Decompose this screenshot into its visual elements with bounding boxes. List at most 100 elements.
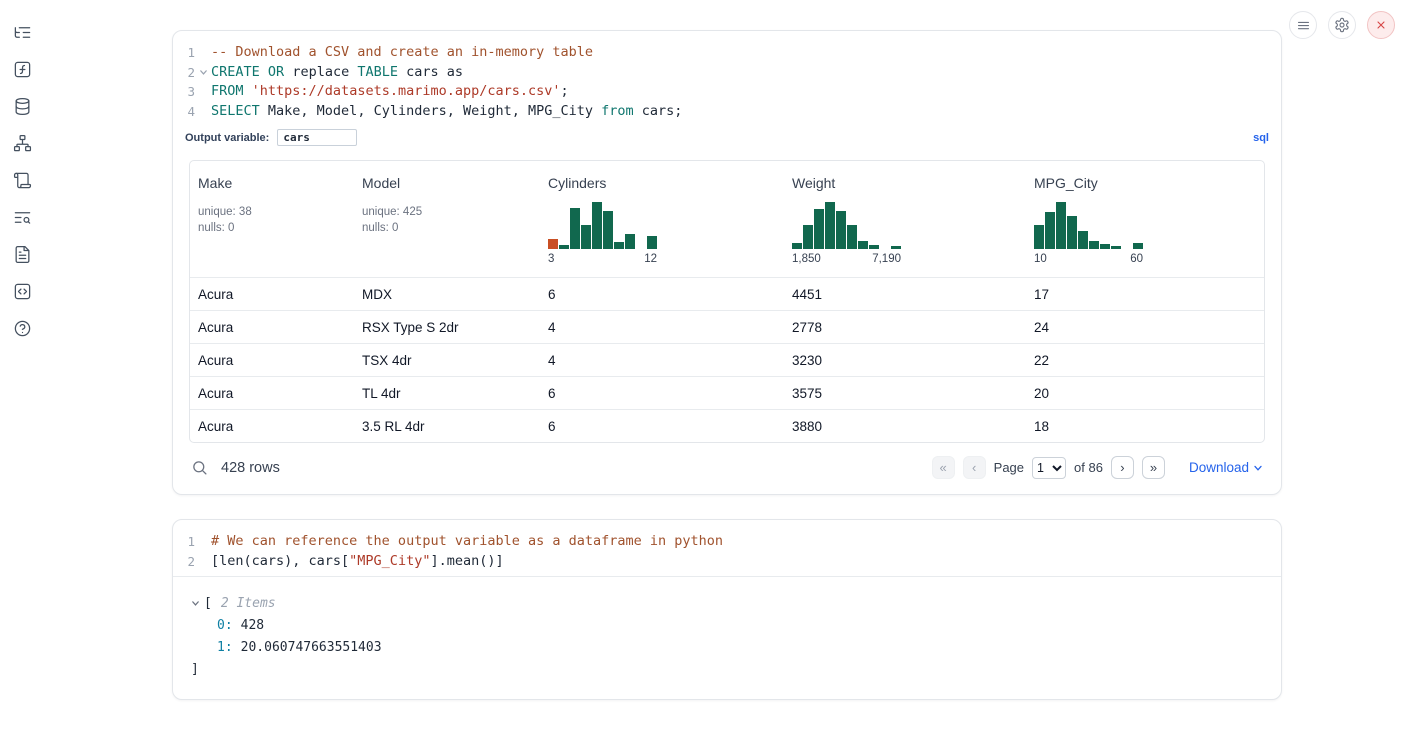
dependency-graph-icon[interactable]: [12, 133, 32, 153]
histogram-bar[interactable]: [858, 241, 868, 249]
next-page-button[interactable]: ›: [1111, 456, 1134, 479]
sql-code-editor[interactable]: 1-- Download a CSV and create an in-memo…: [173, 31, 1281, 125]
column-label: Weight: [792, 175, 1018, 191]
datasources-icon[interactable]: [12, 96, 32, 116]
table-row[interactable]: AcuraMDX6445117: [190, 277, 1264, 310]
histogram-bar[interactable]: [1045, 212, 1055, 249]
histogram-bar[interactable]: [559, 245, 569, 249]
first-page-button[interactable]: «: [932, 456, 955, 479]
histogram-bar[interactable]: [1100, 244, 1110, 249]
code-line[interactable]: 2CREATE OR replace TABLE cars as: [173, 63, 1281, 83]
table-cell: Acura: [190, 386, 354, 401]
histogram-axis: 1,8507,190: [792, 253, 901, 265]
table-row[interactable]: AcuraRSX Type S 2dr4277824: [190, 310, 1264, 343]
page-select[interactable]: 1: [1032, 457, 1066, 479]
histogram-bar[interactable]: [814, 209, 824, 249]
chevron-down-icon: [1253, 463, 1263, 473]
histogram-bar[interactable]: [869, 245, 879, 249]
column-histogram[interactable]: 1060: [1034, 202, 1143, 265]
help-icon[interactable]: [12, 318, 32, 338]
table-cell: 20: [1026, 386, 1264, 401]
column-histogram[interactable]: 1,8507,190: [792, 202, 901, 265]
code-line[interactable]: 2[len(cars), cars["MPG_City"].mean()]: [173, 552, 1281, 572]
histogram-bar[interactable]: [1067, 216, 1077, 249]
line-number: 1: [173, 43, 195, 63]
sql-cell: 1-- Download a CSV and create an in-memo…: [172, 30, 1282, 495]
code-text: SELECT Make, Model, Cylinders, Weight, M…: [211, 102, 682, 122]
table-header: Makeunique: 38nulls: 0Modelunique: 425nu…: [190, 161, 1264, 277]
histogram-bar[interactable]: [1056, 202, 1066, 249]
histogram-bar[interactable]: [625, 234, 635, 249]
histogram-bar[interactable]: [803, 225, 813, 249]
table-cell: MDX: [354, 287, 540, 302]
table-row[interactable]: Acura3.5 RL 4dr6388018: [190, 409, 1264, 442]
item-value: 20.060747663551403: [241, 637, 382, 659]
column-header-model[interactable]: Modelunique: 425nulls: 0: [354, 167, 540, 277]
column-header-make[interactable]: Makeunique: 38nulls: 0: [190, 167, 354, 277]
histogram-bar[interactable]: [1111, 246, 1121, 249]
item-index: 0:: [217, 615, 233, 637]
table-cell: 18: [1026, 419, 1264, 434]
histogram-bar[interactable]: [792, 243, 802, 249]
table-row[interactable]: AcuraTL 4dr6357520: [190, 376, 1264, 409]
histogram-bar[interactable]: [847, 225, 857, 249]
histogram-bar[interactable]: [570, 208, 580, 249]
items-count: 2 Items: [221, 593, 276, 615]
search-button[interactable]: [191, 459, 208, 476]
documentation-icon[interactable]: [12, 244, 32, 264]
column-histogram[interactable]: 312: [548, 202, 657, 265]
table-cell: 3230: [784, 353, 1026, 368]
table-cell: 6: [540, 386, 784, 401]
histogram-bar[interactable]: [614, 242, 624, 249]
fold-chevron-icon[interactable]: [195, 63, 211, 83]
histogram-bar[interactable]: [548, 239, 558, 249]
search-logs-icon[interactable]: [12, 207, 32, 227]
histogram-bar[interactable]: [647, 236, 657, 249]
column-label: Make: [198, 175, 346, 191]
code-line[interactable]: 4SELECT Make, Model, Cylinders, Weight, …: [173, 102, 1281, 122]
table-cell: 4: [540, 320, 784, 335]
file-explorer-icon[interactable]: [12, 22, 32, 42]
histogram-bar[interactable]: [1089, 241, 1099, 249]
histogram-bar[interactable]: [592, 202, 602, 249]
download-button[interactable]: Download: [1189, 460, 1263, 475]
histogram-bar[interactable]: [603, 211, 613, 249]
scratchpad-icon[interactable]: [12, 281, 32, 301]
histogram-bar[interactable]: [825, 202, 835, 249]
last-page-button[interactable]: »: [1142, 456, 1165, 479]
functions-icon[interactable]: [12, 59, 32, 79]
code-line[interactable]: 1# We can reference the output variable …: [173, 532, 1281, 552]
code-text: [len(cars), cars["MPG_City"].mean()]: [211, 552, 504, 572]
menu-button[interactable]: [1289, 11, 1317, 39]
histogram-bar[interactable]: [836, 211, 846, 249]
table-cell: 3880: [784, 419, 1026, 434]
pagination: « ‹ Page 1 of 86 › » Download: [932, 456, 1263, 479]
histogram-bar[interactable]: [1133, 243, 1143, 249]
code-line[interactable]: 3FROM 'https://datasets.marimo.app/cars.…: [173, 82, 1281, 102]
column-header-mpg_city[interactable]: MPG_City1060: [1026, 167, 1264, 277]
item-index: 1:: [217, 637, 233, 659]
code-line[interactable]: 1-- Download a CSV and create an in-memo…: [173, 43, 1281, 63]
settings-button[interactable]: [1328, 11, 1356, 39]
table-cell: Acura: [190, 419, 354, 434]
item-value: 428: [241, 615, 264, 637]
histogram-bar[interactable]: [891, 246, 901, 249]
close-button[interactable]: [1367, 11, 1395, 39]
chevron-down-icon[interactable]: [191, 599, 204, 608]
histogram-axis: 312: [548, 253, 657, 265]
table-footer: 428 rows « ‹ Page 1 of 86 › » Download: [173, 443, 1281, 494]
column-header-cylinders[interactable]: Cylinders312: [540, 167, 784, 277]
column-header-weight[interactable]: Weight 1,8507,190: [784, 167, 1026, 277]
language-badge: sql: [1253, 132, 1269, 144]
line-number: 3: [173, 82, 195, 102]
previous-page-button[interactable]: ‹: [963, 456, 986, 479]
histogram-bar[interactable]: [1034, 225, 1044, 249]
python-code-editor[interactable]: 1# We can reference the output variable …: [173, 520, 1281, 575]
table-cell: 3.5 RL 4dr: [354, 419, 540, 434]
snippets-icon[interactable]: [12, 170, 32, 190]
output-variable-input[interactable]: [277, 129, 357, 146]
table-row[interactable]: AcuraTSX 4dr4323022: [190, 343, 1264, 376]
histogram-bar[interactable]: [581, 225, 591, 249]
histogram-bar[interactable]: [1078, 231, 1088, 249]
line-number: 1: [173, 532, 195, 552]
